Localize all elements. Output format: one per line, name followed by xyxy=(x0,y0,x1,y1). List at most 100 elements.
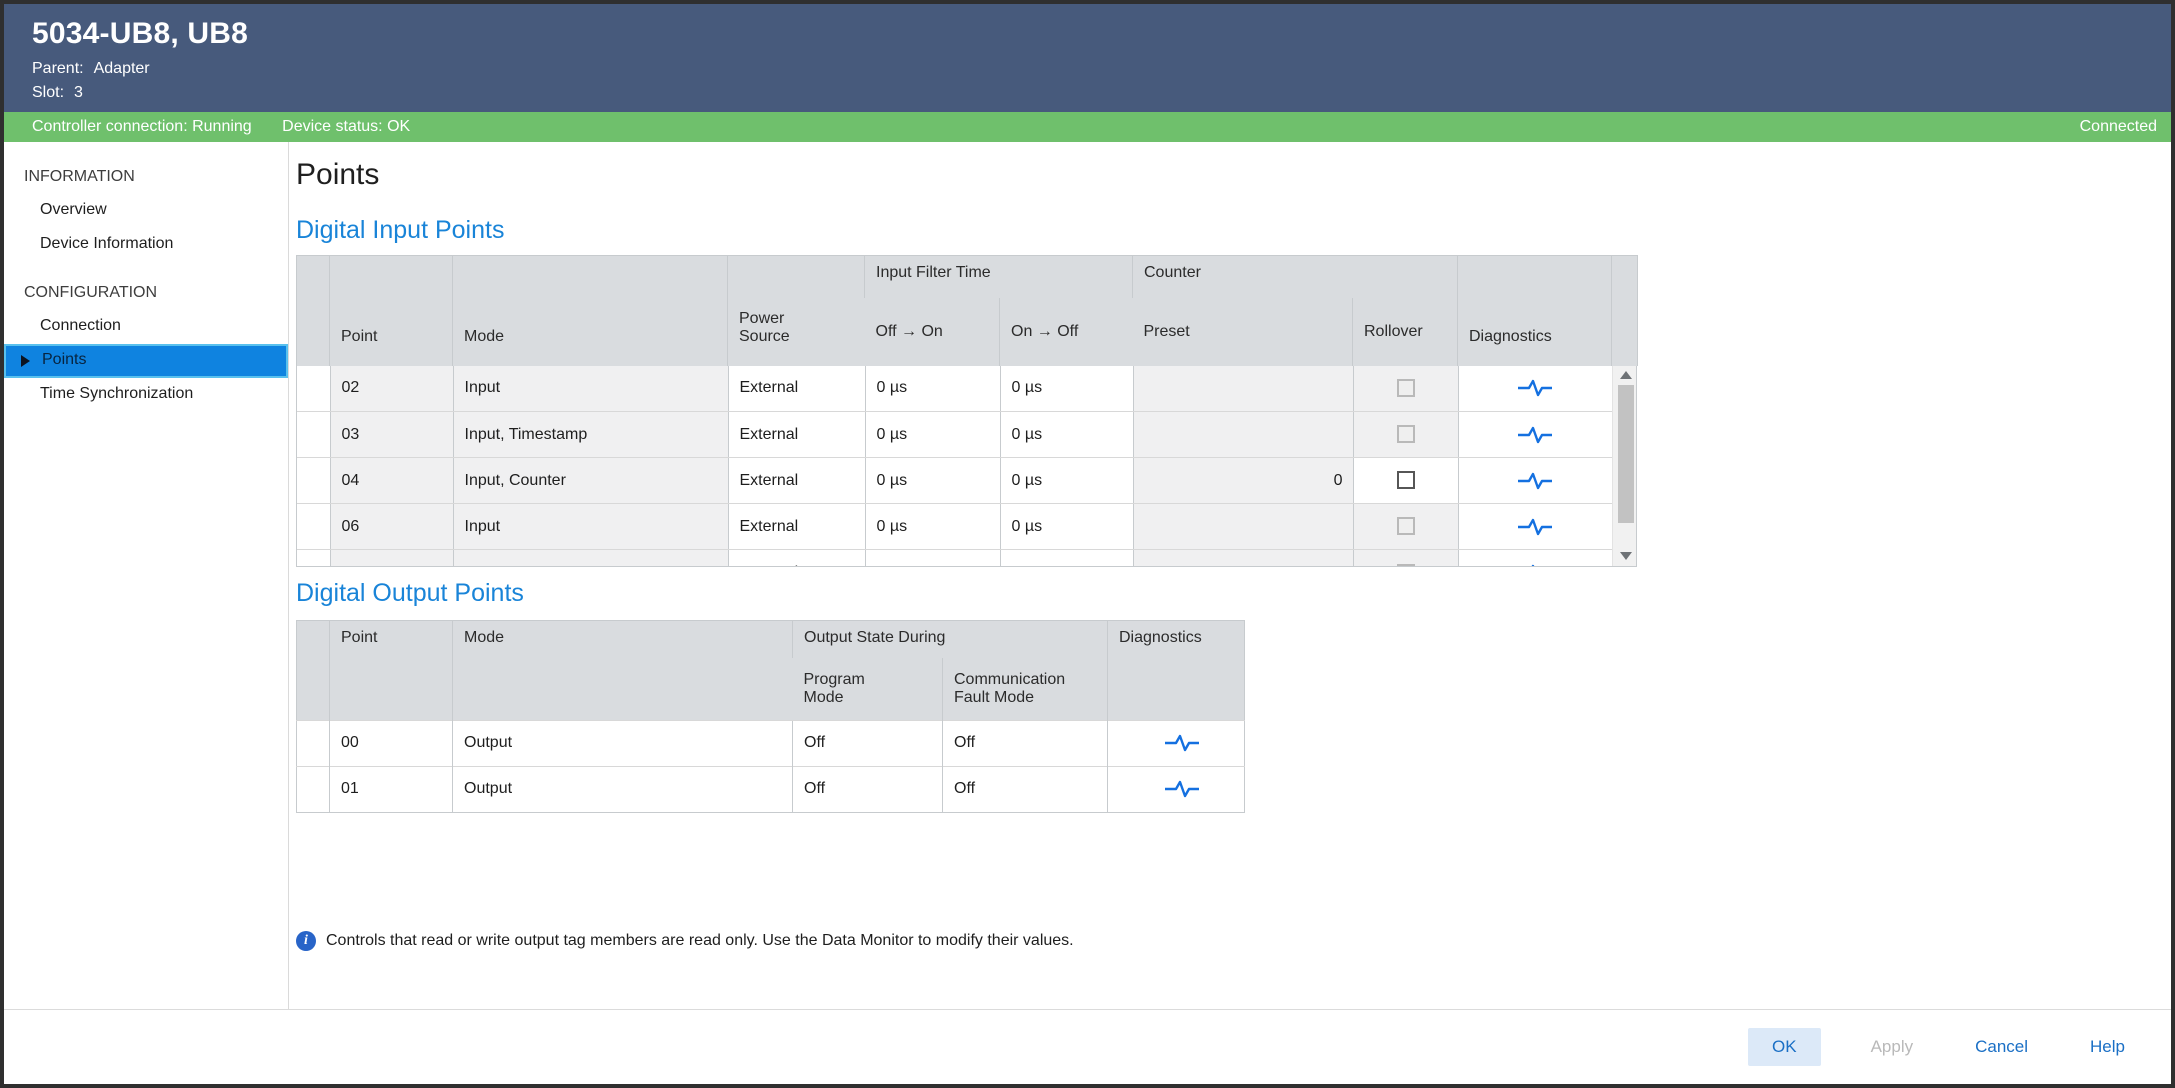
cell-diagnostics[interactable] xyxy=(1458,412,1612,458)
col-header-preset: Preset xyxy=(1133,298,1353,366)
cell-power-source[interactable]: External xyxy=(728,550,865,567)
cell-point: 00 xyxy=(330,720,453,766)
rollover-checkbox[interactable] xyxy=(1397,379,1415,397)
row-selector[interactable] xyxy=(297,550,330,567)
cell-diagnostics[interactable] xyxy=(1458,366,1612,412)
points-page: Points Digital Input Points Point Mode P… xyxy=(289,142,2171,1009)
sidebar-item-connection[interactable]: Connection xyxy=(4,310,288,344)
diagnostics-pulse-icon xyxy=(1518,471,1552,491)
rollover-checkbox[interactable] xyxy=(1397,471,1415,489)
cell-comm-fault-mode[interactable]: Off xyxy=(943,766,1108,812)
cell-point: 01 xyxy=(330,766,453,812)
cell-mode[interactable]: Input xyxy=(453,550,728,567)
cell-preset xyxy=(1133,550,1353,567)
col-header-point: Point xyxy=(330,620,453,720)
help-button[interactable]: Help xyxy=(2078,1028,2137,1066)
cell-filter-off-on[interactable]: 0 µs xyxy=(865,504,1000,550)
sidebar-item-device-information[interactable]: Device Information xyxy=(4,228,288,262)
input-row-02: 02 Input External 0 µs 0 µs xyxy=(297,366,1612,412)
col-header-rollover: Rollover xyxy=(1353,298,1458,366)
cell-preset[interactable]: 0 xyxy=(1133,458,1353,504)
cell-diagnostics[interactable] xyxy=(1458,458,1612,504)
cell-filter-off-on[interactable]: 0 µs xyxy=(865,366,1000,412)
row-selector[interactable] xyxy=(297,458,330,504)
col-header-mode: Mode xyxy=(453,620,793,720)
cell-rollover xyxy=(1353,366,1458,412)
diagnostics-pulse-icon xyxy=(1518,378,1552,398)
cell-power-source[interactable]: External xyxy=(728,458,865,504)
parent-row: Parent:Adapter xyxy=(32,60,2171,78)
row-selector[interactable] xyxy=(297,720,330,766)
cell-power-source[interactable]: External xyxy=(728,412,865,458)
col-header-diagnostics: Diagnostics xyxy=(1108,620,1245,720)
cell-point: 06 xyxy=(330,504,453,550)
status-bar: Controller connection: Running Device st… xyxy=(4,112,2171,142)
controller-connection-status: Controller connection: Running xyxy=(32,118,252,135)
cell-rollover xyxy=(1353,458,1458,504)
cell-rollover xyxy=(1353,550,1458,567)
cell-filter-off-on[interactable]: 0 µs xyxy=(865,412,1000,458)
input-table-body: 02 Input External 0 µs 0 µs 03 xyxy=(297,366,1612,567)
device-status: Device status: OK xyxy=(282,118,410,135)
row-selector[interactable] xyxy=(297,366,330,412)
cell-power-source[interactable]: External xyxy=(728,366,865,412)
diagnostics-pulse-icon xyxy=(1165,733,1199,753)
input-row-06: 06 Input External 0 µs 0 µs xyxy=(297,504,1612,550)
connection-state: Connected xyxy=(2080,118,2157,136)
cell-point: 04 xyxy=(330,458,453,504)
row-selector[interactable] xyxy=(297,412,330,458)
cell-comm-fault-mode[interactable]: Off xyxy=(943,720,1108,766)
cell-mode[interactable]: Output xyxy=(453,720,793,766)
cell-diagnostics[interactable] xyxy=(1458,550,1612,567)
diagnostics-pulse-icon xyxy=(1518,563,1552,567)
cell-filter-off-on[interactable]: 0 µs xyxy=(865,550,1000,567)
row-selector[interactable] xyxy=(297,504,330,550)
rollover-checkbox[interactable] xyxy=(1397,564,1415,567)
digital-output-points-heading: Digital Output Points xyxy=(296,579,2171,608)
diagnostics-pulse-icon xyxy=(1165,779,1199,799)
cell-filter-on-off[interactable]: 0 µs xyxy=(1000,412,1133,458)
cell-filter-on-off[interactable]: 0 µs xyxy=(1000,504,1133,550)
page-title: Points xyxy=(296,158,2171,192)
cell-filter-on-off[interactable]: 0 µs xyxy=(1000,458,1133,504)
scrollbar-up-button[interactable] xyxy=(1613,366,1638,385)
input-table-scrollbar[interactable] xyxy=(1612,366,1637,566)
sidebar-item-points[interactable]: Points xyxy=(4,344,288,378)
cell-filter-on-off[interactable]: 0 µs xyxy=(1000,550,1133,567)
cell-diagnostics[interactable] xyxy=(1108,766,1245,812)
cell-filter-on-off[interactable]: 0 µs xyxy=(1000,366,1133,412)
cell-diagnostics[interactable] xyxy=(1108,720,1245,766)
digital-input-points-heading: Digital Input Points xyxy=(296,216,2171,245)
cell-program-mode[interactable]: Off xyxy=(793,720,943,766)
selected-arrow-icon xyxy=(21,355,30,367)
cell-mode[interactable]: Input, Timestamp xyxy=(453,412,728,458)
cell-diagnostics[interactable] xyxy=(1458,504,1612,550)
col-group-counter: Counter xyxy=(1133,256,1458,298)
cell-mode[interactable]: Input, Counter xyxy=(453,458,728,504)
cell-filter-off-on[interactable]: 0 µs xyxy=(865,458,1000,504)
ok-button[interactable]: OK xyxy=(1748,1028,1821,1066)
sidebar-item-time-synchronization[interactable]: Time Synchronization xyxy=(4,378,288,412)
cell-mode[interactable]: Input xyxy=(453,504,728,550)
sidebar-item-overview[interactable]: Overview xyxy=(4,194,288,228)
down-arrow-icon xyxy=(1620,552,1632,560)
input-row-07: 07 Input External 0 µs 0 µs xyxy=(297,550,1612,567)
scrollbar-down-button[interactable] xyxy=(1613,547,1638,566)
cell-power-source[interactable]: External xyxy=(728,504,865,550)
col-header-off-on: Off → On xyxy=(865,298,1000,366)
cell-program-mode[interactable]: Off xyxy=(793,766,943,812)
device-title: 5034-UB8, UB8 xyxy=(32,17,2171,51)
col-header-point: Point xyxy=(330,256,453,366)
row-selector[interactable] xyxy=(297,766,330,812)
cell-mode[interactable]: Input xyxy=(453,366,728,412)
apply-button[interactable]: Apply xyxy=(1859,1028,1926,1066)
rollover-checkbox[interactable] xyxy=(1397,425,1415,443)
cell-preset xyxy=(1133,504,1353,550)
slot-label: Slot: xyxy=(32,84,64,101)
rollover-checkbox[interactable] xyxy=(1397,517,1415,535)
parent-label: Parent: xyxy=(32,60,84,77)
cancel-button[interactable]: Cancel xyxy=(1963,1028,2040,1066)
input-row-04: 04 Input, Counter External 0 µs 0 µs 0 xyxy=(297,458,1612,504)
scrollbar-thumb[interactable] xyxy=(1618,385,1634,523)
cell-mode[interactable]: Output xyxy=(453,766,793,812)
